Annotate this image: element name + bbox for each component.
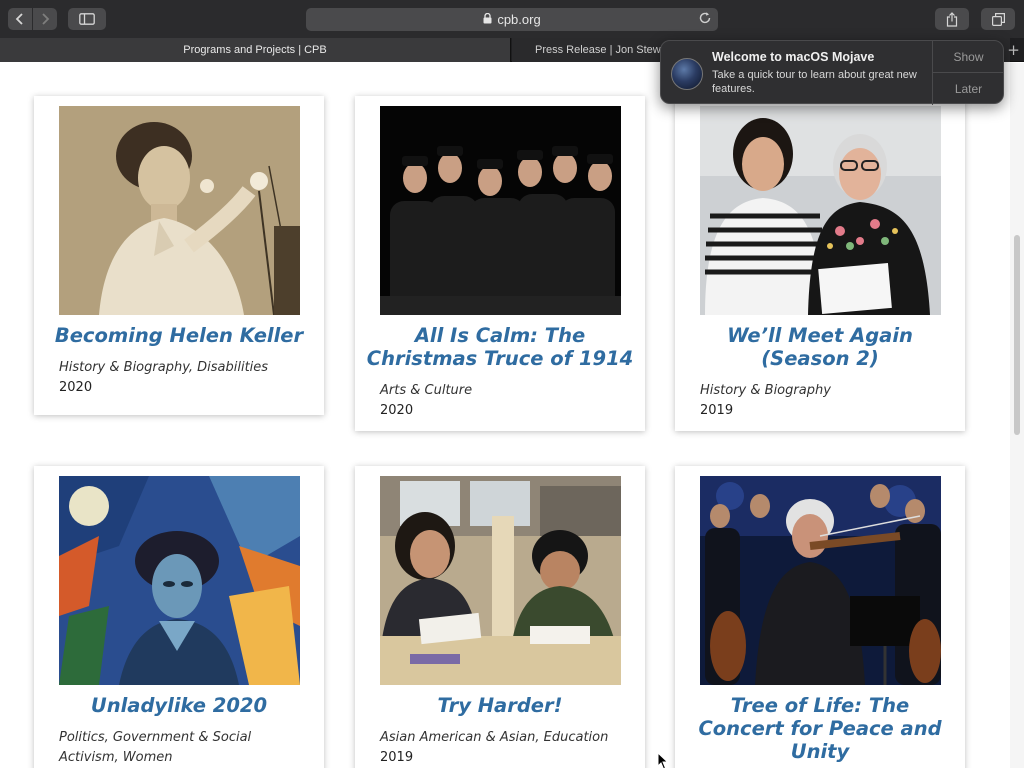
show-tabs-button[interactable] [981,8,1015,30]
macos-mojave-icon [671,58,703,90]
program-title-link[interactable]: Becoming Helen Keller [44,324,314,347]
program-card[interactable]: Try Harder! Asian American & Asian, Educ… [355,466,645,768]
page-scrollbar[interactable] [1010,63,1024,768]
back-button[interactable] [8,8,32,30]
program-card[interactable]: We’ll Meet Again (Season 2) History & Bi… [675,96,965,431]
forward-button[interactable] [33,8,57,30]
program-year: 2020 [59,380,93,395]
program-image-all-is-calm[interactable] [380,106,621,315]
chevron-right-icon [42,13,50,25]
program-image-well-meet-again[interactable] [700,106,941,315]
program-title-link[interactable]: We’ll Meet Again (Season 2) [685,324,955,370]
url-text: cpb.org [497,12,541,27]
program-year: 2019 [700,403,734,418]
program-title-link[interactable]: Unladylike 2020 [44,694,314,717]
program-categories: Arts & Culture [380,383,473,398]
share-button[interactable] [935,8,969,30]
share-icon [946,11,958,27]
program-card[interactable]: Becoming Helen Keller History & Biograph… [34,96,324,415]
show-button[interactable]: Show [933,41,1004,73]
reload-icon[interactable] [698,11,712,28]
notification-actions: Show Later [932,41,1004,105]
program-image-unladylike-2020[interactable] [59,476,300,685]
tabs-overview-icon [991,12,1005,26]
address-bar[interactable]: cpb.org [306,8,718,31]
lock-icon [483,12,492,27]
notification-title: Welcome to macOS Mojave [712,50,875,64]
program-year: 2020 [380,403,414,418]
page-content: Becoming Helen Keller History & Biograph… [0,63,1010,768]
program-card[interactable]: All Is Calm: The Christmas Truce of 1914… [355,96,645,431]
program-categories: Asian American & Asian, Education [380,730,609,745]
program-year: 2019 [380,750,414,765]
later-button[interactable]: Later [933,73,1004,105]
tab-label: Programs and Projects | CPB [183,44,327,56]
mojave-notification[interactable]: Welcome to macOS Mojave Take a quick tou… [660,40,1004,105]
program-title-link[interactable]: All Is Calm: The Christmas Truce of 1914 [365,324,635,370]
program-image-tree-of-life[interactable] [700,476,941,685]
tab-programs-and-projects[interactable]: Programs and Projects | CPB [0,38,511,62]
program-categories: Politics, Government & Social Activism, … [59,730,252,765]
program-categories: History & Biography, Disabilities [59,360,269,375]
program-image-try-harder[interactable] [380,476,621,685]
scrollbar-thumb[interactable] [1014,235,1020,435]
sidebar-icon [79,13,95,25]
new-tab-button[interactable]: + [1003,38,1024,62]
program-card[interactable]: Tree of Life: The Concert for Peace and … [675,466,965,768]
browser-toolbar: cpb.org [0,0,1024,38]
chevron-left-icon [15,13,23,25]
program-title-link[interactable]: Tree of Life: The Concert for Peace and … [685,694,955,763]
program-title-link[interactable]: Try Harder! [365,694,635,717]
sidebar-toggle-button[interactable] [68,8,106,30]
program-image-helen-keller[interactable] [59,106,300,315]
program-card[interactable]: Unladylike 2020 Politics, Government & S… [34,466,324,768]
mouse-pointer-icon [657,752,669,768]
program-categories: History & Biography [700,383,831,398]
notification-body: Take a quick tour to learn about great n… [712,69,917,95]
